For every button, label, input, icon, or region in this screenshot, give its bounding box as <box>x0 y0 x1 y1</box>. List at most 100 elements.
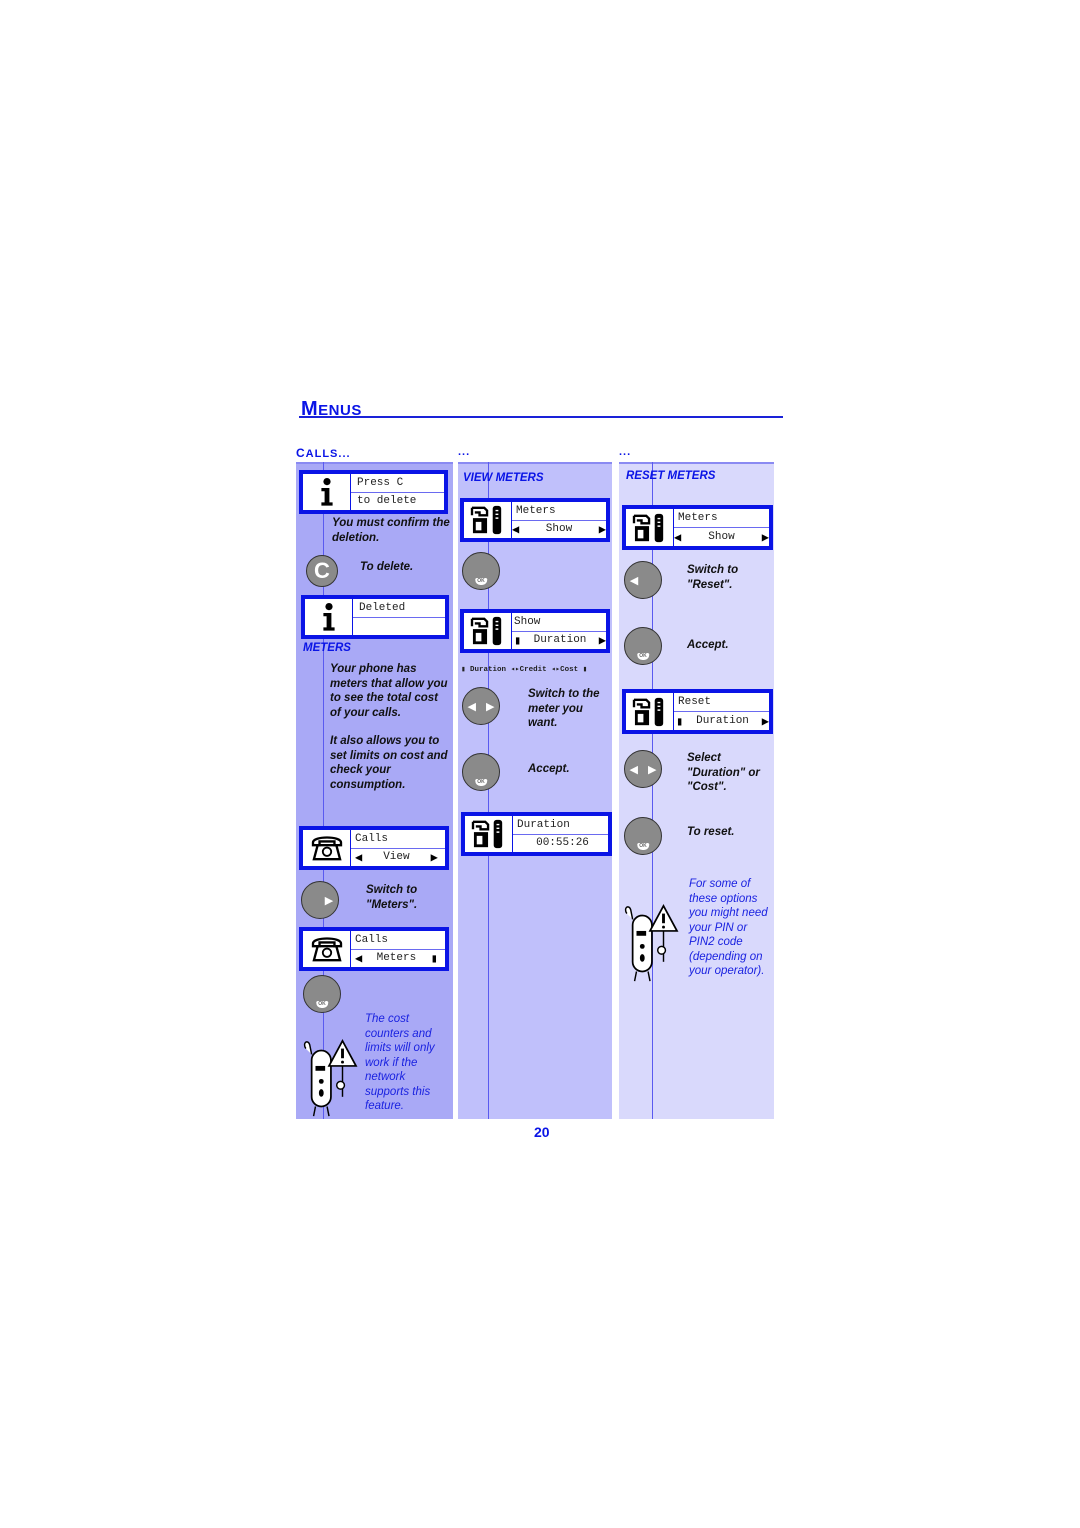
pin-warning-note: For some of these options you might need… <box>689 878 768 977</box>
to-delete-text: To delete. <box>360 561 414 573</box>
confirm-instruction: You must confirm the deletion. <box>332 517 450 544</box>
ok-button[interactable]: OK <box>462 552 500 590</box>
section-heading-continued: ... <box>458 446 471 458</box>
double-arrow-icon: ◂▸ <box>506 666 520 674</box>
arrow-left-icon: ◀ <box>467 700 476 713</box>
page-number: 20 <box>534 1124 550 1140</box>
lcd-line-1: Meters <box>516 504 556 517</box>
lcd-screen-calls-view: Calls ◀ View ▶ <box>299 826 449 870</box>
ok-button[interactable]: OK <box>624 627 662 665</box>
start-bar-icon: ▮ <box>676 714 684 729</box>
ok-button[interactable]: OK <box>303 975 341 1013</box>
lcd-line-2: to delete <box>351 491 444 511</box>
meters-description: Your phone has meters that allow you to … <box>330 663 448 719</box>
to-reset-text: To reset. <box>687 826 735 838</box>
right-nav-button[interactable]: ▶ <box>301 881 339 919</box>
arrow-right-icon: ▶ <box>598 633 606 648</box>
meter-phone-icon <box>464 502 512 538</box>
lcd-line-1: Show <box>514 615 541 628</box>
end-bar-icon: ▮ <box>430 951 445 966</box>
meter-phone-icon <box>464 613 512 649</box>
accept-text: Accept. <box>687 639 729 651</box>
lcd-line-1: Deleted <box>359 601 406 614</box>
reset-meters-heading: RESET METERS <box>626 470 716 482</box>
calls-panel: Press C to delete You must confirm the d… <box>296 462 453 1119</box>
reset-meters-panel: RESET METERS Meters ◀ Show ▶ ◀ Switch to "… <box>619 462 774 1119</box>
lcd-screen-press-c: Press C to delete <box>299 470 448 514</box>
arrow-right-icon: ▶ <box>486 700 495 713</box>
arrow-left-icon: ◀ <box>629 574 639 587</box>
left-right-nav-button[interactable]: ◀ ▶ <box>462 687 500 725</box>
section-heading-continued: ... <box>619 446 632 458</box>
start-bar-icon: ▮ <box>514 633 522 648</box>
lcd-line-2: ▮ Duration ▶ <box>674 711 769 730</box>
double-arrow-icon: ◂▸ <box>546 666 561 674</box>
left-right-nav-button[interactable]: ◀ ▶ <box>624 750 662 788</box>
warning-mascot-icon <box>621 902 679 984</box>
switch-meter-text: Switch to the meter you want. <box>528 688 600 729</box>
lcd-line-1: Meters <box>678 512 718 524</box>
info-icon <box>303 474 351 510</box>
telephone-icon <box>303 931 351 967</box>
lcd-line-2: ◀ Show ▶ <box>512 519 606 539</box>
c-key-button[interactable]: C <box>306 555 338 587</box>
info-icon <box>305 599 353 635</box>
ok-button[interactable]: OK <box>462 753 500 791</box>
duration-value: 00:55:26 <box>513 833 608 853</box>
arrow-right-icon: ▶ <box>761 530 769 545</box>
arrow-left-icon: ◀ <box>355 850 363 865</box>
lcd-screen-meters-show: Meters ◀ Show ▶ <box>460 498 610 542</box>
lcd-screen-calls-meters: Calls ◀ Meters ▮ <box>299 927 449 971</box>
arrow-right-icon: ▶ <box>430 850 445 865</box>
view-meters-heading: VIEW METERS <box>463 472 544 484</box>
panel-top-rule <box>619 462 774 464</box>
meter-options-legend: ▮ Duration ◂▸Credit ◂▸Cost ▮ <box>461 666 588 674</box>
ok-icon: OK <box>475 578 487 585</box>
lcd-screen-deleted: Deleted <box>301 595 449 639</box>
lcd-line-2: ◀ Meters ▮ <box>351 948 445 968</box>
ok-icon: OK <box>475 779 487 786</box>
c-key-icon: C <box>314 558 330 583</box>
ok-button[interactable]: OK <box>624 817 662 855</box>
lcd-line-1: Reset <box>678 696 712 708</box>
end-bar-icon: ▮ <box>578 666 588 674</box>
lcd-line-2 <box>353 616 445 636</box>
lcd-screen-show-duration: Show ▮ Duration ▶ <box>460 609 610 653</box>
lcd-screen-meters-show: Meters ◀ Show ▶ <box>622 505 773 550</box>
meter-phone-icon <box>626 509 674 546</box>
lcd-line-2: ▮ Duration ▶ <box>512 630 606 650</box>
lcd-screen-reset-duration: Reset ▮ Duration ▶ <box>622 689 773 734</box>
title-rule <box>299 416 783 418</box>
ok-icon: OK <box>316 1001 328 1008</box>
switch-to-meters-text: Switch to "Meters". <box>366 884 418 911</box>
lcd-line-1: Calls <box>355 933 389 946</box>
meters-limits-description: It also allows you to set limits on cost… <box>330 735 448 791</box>
accept-text: Accept. <box>528 763 570 775</box>
section-heading-calls: CALLS... <box>296 446 351 460</box>
lcd-line-2: ◀ Show ▶ <box>674 527 769 546</box>
meters-heading: METERS <box>303 642 351 654</box>
lcd-line-1: Press C <box>357 476 404 489</box>
arrow-right-icon: ▶ <box>324 894 334 907</box>
arrow-left-icon: ◀ <box>674 530 682 545</box>
start-bar-icon: ▮ <box>461 666 471 674</box>
switch-to-reset-text: Switch to "Reset". <box>687 564 739 591</box>
arrow-left-icon: ◀ <box>629 763 638 776</box>
meter-phone-icon <box>465 816 513 852</box>
lcd-line-1: Calls <box>355 832 389 845</box>
panel-top-rule <box>296 462 453 464</box>
arrow-right-icon: ▶ <box>648 763 657 776</box>
ok-icon: OK <box>637 843 649 850</box>
meter-phone-icon <box>626 693 674 730</box>
lcd-line-2: ◀ View ▶ <box>351 847 445 867</box>
network-warning-note: The cost counters and limits will only w… <box>365 1013 435 1112</box>
arrow-right-icon: ▶ <box>761 714 769 729</box>
panel-guide-line <box>652 462 653 1119</box>
arrow-left-icon: ◀ <box>512 522 520 537</box>
left-nav-button[interactable]: ◀ <box>624 561 662 599</box>
arrow-right-icon: ▶ <box>598 522 606 537</box>
panel-top-rule <box>458 462 612 464</box>
select-duration-cost-text: Select "Duration" or "Cost". <box>687 752 760 793</box>
warning-mascot-icon <box>300 1037 358 1119</box>
ok-icon: OK <box>637 653 649 660</box>
